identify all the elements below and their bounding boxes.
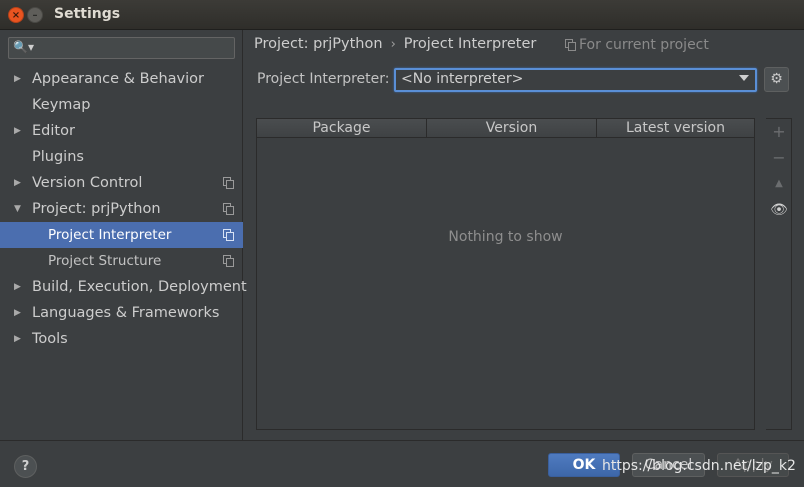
breadcrumb: Project: prjPython › Project Interpreter [254,36,536,52]
main-panel: Project: prjPython › Project Interpreter F… [244,30,804,440]
sidebar-item-label: Project: prjPython [32,201,161,217]
question-icon: ? [21,459,30,474]
sidebar-item-plugins[interactable]: Plugins [0,144,243,170]
empty-table-message: Nothing to show [448,229,563,245]
sidebar-item-label: Appearance & Behavior [32,71,204,87]
collapse-arrow-icon[interactable]: ▶ [14,170,21,196]
close-window-button[interactable]: × [8,7,24,23]
upgrade-package-button[interactable]: ▲ [766,171,792,197]
sidebar-item-project-interpreter[interactable]: Project Interpreter [0,222,243,248]
settings-search-input[interactable]: 🔍▾ [8,37,235,59]
settings-sidebar: 🔍▾ ▶ Appearance & Behavior Keymap ▶ Editor Pl… [0,30,247,440]
sidebar-item-label: Languages & Frameworks [32,305,220,321]
project-interpreter-value: <No interpreter> [401,71,524,87]
column-header-latest-version[interactable]: Latest version [597,119,754,138]
breadcrumb-parent: Project: prjPython [254,36,383,52]
sidebar-item-keymap[interactable]: Keymap [0,92,243,118]
minimize-window-button[interactable]: – [27,7,43,23]
remove-package-button[interactable]: − [766,145,792,171]
project-interpreter-select[interactable]: <No interpreter> [394,68,757,92]
column-header-package[interactable]: Package [257,119,427,138]
project-scope-icon [223,203,234,215]
for-current-project-note: For current project [565,37,709,53]
sidebar-item-appearance-behavior[interactable]: ▶ Appearance & Behavior [0,66,243,92]
sidebar-item-label: Editor [32,123,75,139]
collapse-arrow-icon[interactable]: ▶ [14,118,21,144]
packages-table: Package Version Latest version Nothing t… [256,118,755,430]
sidebar-item-label: Plugins [32,149,84,165]
collapse-arrow-icon[interactable]: ▶ [14,66,21,92]
title-bar: × – Settings [0,0,804,30]
collapse-arrow-icon[interactable]: ▶ [14,300,21,326]
table-header: Package Version Latest version [257,119,754,138]
sidebar-item-project-prjpython[interactable]: ▼ Project: prjPython [0,196,243,222]
gear-icon: ⚙ [770,71,783,87]
interpreter-settings-button[interactable]: ⚙ [764,67,789,92]
for-current-project-label: For current project [579,37,709,53]
sidebar-item-label: Tools [32,331,68,347]
sidebar-item-label: Project Structure [48,253,162,269]
chevron-down-icon [739,75,749,81]
breadcrumb-current: Project Interpreter [403,36,537,52]
column-header-version[interactable]: Version [427,119,597,138]
project-scope-icon [223,177,234,189]
sidebar-item-label: Build, Execution, Deployment [32,279,247,295]
add-package-button[interactable]: + [766,119,792,145]
arrow-up-icon: ▲ [775,178,783,189]
eye-icon: 👁 [770,202,788,218]
sidebar-item-tools[interactable]: ▶ Tools [0,326,243,352]
project-scope-icon [223,255,234,267]
breadcrumb-separator: › [390,37,396,52]
sidebar-item-editor[interactable]: ▶ Editor [0,118,243,144]
sidebar-item-label: Keymap [32,97,91,113]
watermark-text: https://blog.csdn.net/lzp_k2 [602,458,796,474]
sidebar-item-version-control[interactable]: ▶ Version Control [0,170,243,196]
sidebar-item-label: Version Control [32,175,143,191]
show-early-releases-button[interactable]: 👁 [766,197,792,223]
collapse-arrow-icon[interactable]: ▶ [14,274,21,300]
sidebar-item-languages-frameworks[interactable]: ▶ Languages & Frameworks [0,300,243,326]
expand-arrow-icon[interactable]: ▼ [14,196,21,222]
copy-icon [565,39,576,51]
sidebar-item-build-execution-deployment[interactable]: ▶ Build, Execution, Deployment [0,274,247,300]
settings-tree: ▶ Appearance & Behavior Keymap ▶ Editor Plugi… [0,66,247,352]
minus-icon: − [772,148,786,167]
search-icon: 🔍▾ [13,40,34,54]
help-button[interactable]: ? [14,455,37,478]
collapse-arrow-icon[interactable]: ▶ [14,326,21,352]
sidebar-item-project-structure[interactable]: Project Structure [0,248,243,274]
plus-icon: + [772,122,786,141]
window-title: Settings [54,6,121,22]
table-toolbar: + − ▲ 👁 [766,118,792,430]
sidebar-item-label: Project Interpreter [48,227,172,243]
project-interpreter-label: Project Interpreter: [257,71,390,87]
project-scope-icon [223,229,234,241]
